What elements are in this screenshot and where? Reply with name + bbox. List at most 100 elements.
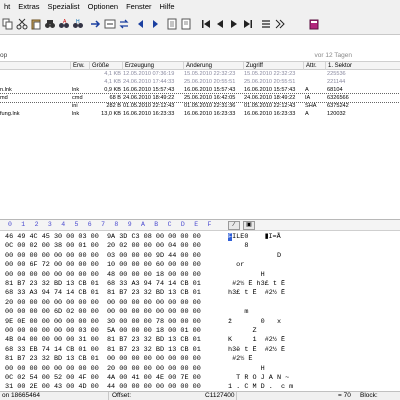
snapshot-age: vor 12 Tagen — [314, 52, 352, 59]
copy-icon[interactable] — [2, 18, 14, 30]
first-icon[interactable] — [200, 18, 212, 30]
value-status: = 70 — [338, 392, 351, 399]
file-accessed: 15.05.2010 22:32:23 — [244, 71, 296, 77]
offset-value: C1127400 — [205, 392, 235, 399]
file-modified: 16.06.2010 16:23:33 — [184, 111, 236, 117]
hex-offset-header: ∕ ▣ 0 1 2 3 4 5 6 7 8 9 A B C D E F — [0, 220, 400, 231]
column-header-accessed[interactable]: Zugriff — [243, 62, 303, 70]
column-header-attributes[interactable]: Attr. — [303, 62, 325, 70]
status-separator — [236, 392, 237, 400]
replace-icon[interactable] — [118, 18, 130, 30]
file-first-sector: 6326566 — [327, 95, 349, 101]
file-created: 01.05.2010 22:12:43 — [123, 103, 175, 109]
file-size: 0,9 KB — [104, 87, 121, 93]
find-next-icon[interactable]: H — [72, 18, 84, 30]
sector-status: on 18665464 — [2, 392, 40, 399]
previous-icon[interactable] — [214, 18, 226, 30]
hex-column-label: 7 — [101, 221, 105, 228]
list-icon[interactable] — [260, 18, 272, 30]
file-size: 68 B — [109, 95, 121, 101]
menu-item-optionen[interactable]: Optionen — [84, 0, 122, 13]
text-caret: F — [228, 233, 233, 241]
hex-column-label: 8 — [114, 221, 119, 228]
go-forward-icon[interactable] — [149, 18, 161, 30]
text-mode-icon[interactable]: ▣ — [243, 221, 255, 230]
menu-bar: ht Extras Spezialist Optionen Fenster Hi… — [0, 0, 400, 13]
goto-arrow-icon[interactable] — [90, 18, 102, 30]
file-name: n.lnk — [0, 87, 12, 93]
table-row[interactable]: n.lnk lnk 0,9 KB 16.06.2010 15:57:43 16.06.2… — [0, 86, 400, 94]
column-header-extension[interactable]: Erw. — [70, 62, 89, 70]
hex-column-label: 1 — [21, 221, 26, 228]
hex-editor[interactable]: ∕ ▣ 0123456789ABCDEF 46 49 4C 45 30 00 0… — [0, 219, 400, 391]
hex-column-label: F — [207, 221, 212, 228]
file-size: 13,0 KB — [101, 111, 121, 117]
file-first-sector: 6375242 — [327, 103, 349, 109]
hex-column-label: 9 — [127, 221, 132, 228]
file-modified: 16.06.2010 15:57:43 — [184, 87, 236, 93]
book-icon[interactable] — [308, 18, 320, 30]
svg-text:H: H — [76, 19, 80, 25]
path-strip: op vor 12 Tagen — [0, 35, 400, 61]
hex-column-label: 6 — [87, 221, 92, 228]
cut-icon[interactable] — [16, 18, 28, 30]
status-bar: on 18665464 Offset: C1127400 = 70 Block: — [0, 391, 400, 400]
file-first-sector: 68104 — [327, 87, 343, 93]
menu-item-extras[interactable]: Extras — [14, 0, 43, 13]
column-header-modified[interactable]: Änderung — [183, 62, 243, 70]
hex-column-label: A — [141, 221, 145, 228]
table-row[interactable]: fung.lnk lnk 13,0 KB 16.06.2010 16:23:33 16.… — [0, 110, 400, 118]
status-separator — [108, 392, 109, 400]
pencil-icon[interactable]: ∕ — [228, 221, 240, 230]
file-extension: cmd — [72, 95, 83, 101]
file-accessed: 24.06.2010 18:49:22 — [244, 95, 296, 101]
file-accessed: 16.06.2010 15:57:43 — [244, 87, 296, 93]
hex-column-label: B — [154, 221, 159, 228]
go-to-icon[interactable] — [104, 18, 116, 30]
table-row[interactable]: 4,1 KB 12.05.2010 07:36:19 15.05.2010 22:3… — [0, 70, 400, 78]
table-row[interactable]: md cmd 68 B 24.06.2010 18:49:22 25.06.2010 1… — [0, 93, 400, 103]
go-back-icon[interactable] — [135, 18, 147, 30]
file-created: 16.06.2010 15:57:43 — [123, 87, 175, 93]
file-created: 16.06.2010 16:23:33 — [123, 111, 175, 117]
file-modified: 25.06.2010 16:42:05 — [184, 95, 236, 101]
column-header-first-sector[interactable]: 1. Sektor — [325, 62, 365, 70]
file-extension: lnk — [72, 87, 80, 93]
menu-item-partial[interactable]: ht — [0, 0, 14, 13]
file-created: 24.06.2010 17:44:33 — [123, 79, 175, 85]
toolbar: A H — [0, 13, 400, 35]
table-row[interactable]: ini 282 B 01.05.2010 22:12:43 01.05.2010 22… — [0, 102, 400, 110]
file-modified: 25.06.2010 20:55:51 — [184, 79, 236, 85]
next-icon[interactable] — [242, 18, 254, 30]
menu-item-fenster[interactable]: Fenster — [122, 0, 155, 13]
binoculars-icon[interactable] — [44, 18, 56, 30]
menu-item-spezialist[interactable]: Spezialist — [44, 0, 84, 13]
column-header-size[interactable]: Größe — [89, 62, 122, 70]
paste-icon[interactable] — [30, 18, 42, 30]
file-modified: 15.05.2010 22:32:23 — [184, 71, 236, 77]
hex-column-label: C — [167, 221, 172, 228]
block-label: Block: — [360, 392, 378, 399]
file-size: 4,1 KB — [104, 71, 121, 77]
expand-icon[interactable] — [274, 18, 286, 30]
table-row[interactable]: 4,1 KB 24.06.2010 17:44:33 25.06.2010 20:5… — [0, 78, 400, 86]
hex-column-label: 2 — [34, 221, 39, 228]
file-attributes: A — [305, 87, 309, 93]
file-size: 282 B — [106, 103, 121, 109]
hex-column-label: D — [180, 221, 185, 228]
file-first-sector: 120032 — [327, 111, 346, 117]
file-size: 4,1 KB — [104, 79, 121, 85]
menu-item-hilfe[interactable]: Hilfe — [156, 0, 179, 13]
hex-column-label: 3 — [47, 221, 52, 228]
file-first-sector: 221144 — [327, 79, 346, 85]
file-attributes: A — [305, 111, 309, 117]
hex-column-label: 5 — [74, 221, 79, 228]
file-attributes: SHA — [305, 103, 317, 109]
file-accessed: 25.06.2010 20:55:51 — [244, 79, 296, 85]
page-2-icon[interactable] — [180, 18, 192, 30]
play-icon[interactable] — [228, 18, 240, 30]
column-header-created[interactable]: Erzeugung — [122, 62, 183, 70]
page-icon[interactable] — [166, 18, 178, 30]
find-icon[interactable]: A — [58, 18, 70, 30]
file-accessed: 16.06.2010 16:23:33 — [244, 111, 296, 117]
